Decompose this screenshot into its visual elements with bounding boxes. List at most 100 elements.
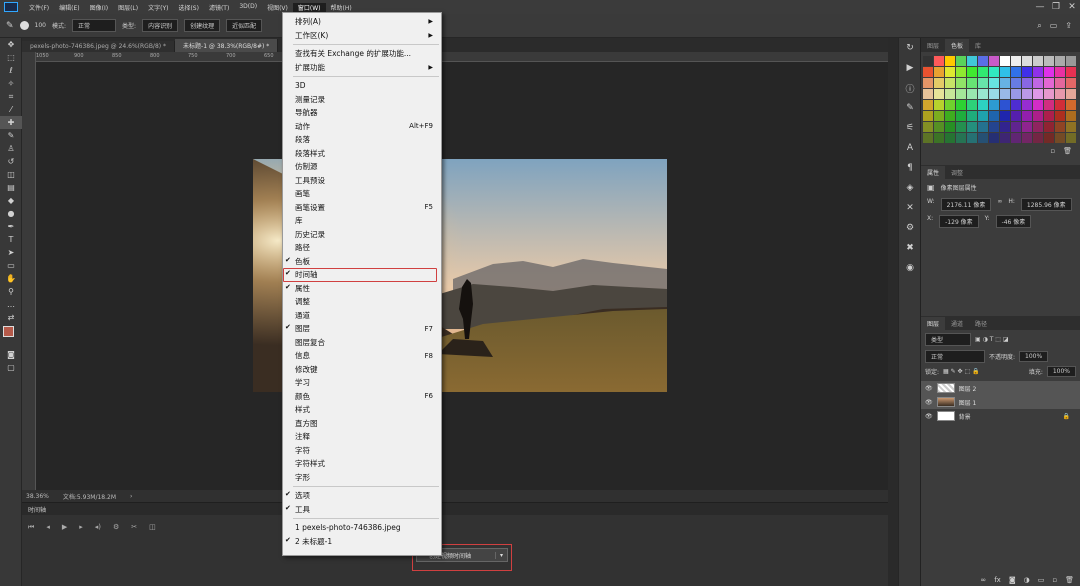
tab-swatches[interactable]: 色板 bbox=[945, 39, 970, 52]
swatch[interactable] bbox=[1000, 122, 1010, 132]
swatch[interactable] bbox=[923, 89, 933, 99]
window-menu-item[interactable]: 仿制源 bbox=[283, 160, 441, 174]
swatch[interactable] bbox=[1033, 56, 1043, 66]
window-menu-item[interactable]: 颜色 F6 bbox=[283, 390, 441, 404]
window-menu-item[interactable]: ✔ 属性 bbox=[283, 282, 441, 296]
window-menu-item[interactable]: 画笔设置 F5 bbox=[283, 201, 441, 215]
swatch[interactable] bbox=[923, 122, 933, 132]
audio-icon[interactable]: ◂) bbox=[95, 523, 101, 532]
swatch[interactable] bbox=[1055, 89, 1065, 99]
swatch[interactable] bbox=[978, 78, 988, 88]
minimize-button[interactable]: — bbox=[1032, 2, 1048, 12]
window-menu-item[interactable]: ✔ 2 未标题-1 bbox=[283, 535, 441, 549]
window-menu-item[interactable]: 调整 bbox=[283, 295, 441, 309]
menu-7[interactable]: 3D(D) bbox=[234, 3, 262, 12]
swatch[interactable] bbox=[945, 89, 955, 99]
swatch[interactable] bbox=[956, 67, 966, 77]
swatch[interactable] bbox=[967, 56, 977, 66]
swatch[interactable] bbox=[1044, 56, 1054, 66]
paragraph-icon[interactable]: ¶ bbox=[899, 158, 921, 178]
window-menu-item[interactable]: 直方图 bbox=[283, 417, 441, 431]
type-tool-icon[interactable]: T bbox=[0, 233, 22, 246]
history-icon[interactable]: ↻ bbox=[899, 38, 921, 58]
kind-filter[interactable]: 类型 bbox=[925, 333, 971, 346]
more-tools-icon[interactable]: … bbox=[0, 298, 22, 311]
proximity-match-button[interactable]: 近似匹配 bbox=[226, 19, 263, 32]
swatch[interactable] bbox=[989, 100, 999, 110]
dodge-tool-icon[interactable]: ● bbox=[0, 207, 22, 220]
path-select-tool-icon[interactable]: ➤ bbox=[0, 246, 22, 259]
swatch[interactable] bbox=[934, 100, 944, 110]
prev-frame-icon[interactable]: ◂ bbox=[46, 523, 50, 532]
transition-icon[interactable]: ◫ bbox=[149, 523, 156, 532]
swatch[interactable] bbox=[1033, 111, 1043, 121]
swatch[interactable] bbox=[945, 111, 955, 121]
layer-row[interactable]: 👁 图层 2 bbox=[921, 381, 1080, 395]
screen-mode-icon[interactable]: ▢ bbox=[0, 361, 22, 374]
swatch[interactable] bbox=[1022, 78, 1032, 88]
opacity-field[interactable]: 100% bbox=[1019, 351, 1049, 362]
tab-layers-short[interactable]: 图层 bbox=[921, 39, 945, 52]
next-frame-icon[interactable]: ▸ bbox=[79, 523, 83, 532]
delete-swatch-icon[interactable]: 🗑 bbox=[1063, 147, 1072, 159]
fill-field[interactable]: 100% bbox=[1046, 366, 1076, 377]
swatch[interactable] bbox=[934, 122, 944, 132]
swatch[interactable] bbox=[1055, 78, 1065, 88]
window-menu-item[interactable]: 信息 F8 bbox=[283, 349, 441, 363]
window-menu-item[interactable]: 路径 bbox=[283, 241, 441, 255]
window-menu-item[interactable]: 排列(A) ▶ bbox=[283, 15, 441, 29]
swatch[interactable] bbox=[1022, 89, 1032, 99]
swatch[interactable] bbox=[989, 122, 999, 132]
swatch[interactable] bbox=[945, 56, 955, 66]
swatch[interactable] bbox=[1011, 133, 1021, 143]
pen-tool-icon[interactable]: ✒ bbox=[0, 220, 22, 233]
swatch[interactable] bbox=[1055, 133, 1065, 143]
eye-icon[interactable]: 👁 bbox=[925, 413, 933, 420]
zoom-tool-icon[interactable]: ⚲ bbox=[0, 285, 22, 298]
x-field[interactable]: -129 像素 bbox=[939, 215, 979, 228]
swatch[interactable] bbox=[923, 100, 933, 110]
swatch[interactable] bbox=[956, 78, 966, 88]
patch-tool-icon[interactable]: ✎ bbox=[6, 21, 14, 31]
window-menu-item[interactable]: 导航器 bbox=[283, 106, 441, 120]
split-icon[interactable]: ✂ bbox=[131, 523, 137, 532]
w-field[interactable]: 2176.11 像素 bbox=[940, 198, 992, 211]
menu-6[interactable]: 滤镜(T) bbox=[204, 3, 234, 12]
move-tool-icon[interactable]: ✥ bbox=[0, 38, 22, 51]
swatch[interactable] bbox=[967, 100, 977, 110]
window-menu-item[interactable]: 字形 bbox=[283, 471, 441, 485]
window-menu-item[interactable]: ✔ 色板 bbox=[283, 255, 441, 269]
menu-4[interactable]: 文字(Y) bbox=[143, 3, 173, 12]
tab-channels[interactable]: 通道 bbox=[945, 317, 969, 330]
menu-1[interactable]: 编辑(E) bbox=[54, 3, 84, 12]
swatch[interactable] bbox=[1055, 111, 1065, 121]
adjustments-icon[interactable]: ⚟ bbox=[899, 118, 921, 138]
swatch[interactable] bbox=[1011, 56, 1021, 66]
window-menu-item[interactable]: 修改键 bbox=[283, 363, 441, 377]
swatch[interactable] bbox=[978, 56, 988, 66]
window-menu-item[interactable]: 1 pexels-photo-746386.jpeg bbox=[283, 521, 441, 535]
window-menu-item[interactable]: 学习 bbox=[283, 376, 441, 390]
swatch[interactable] bbox=[1044, 67, 1054, 77]
swatch[interactable] bbox=[1033, 89, 1043, 99]
brush-tool-icon[interactable]: ✎ bbox=[0, 129, 22, 142]
swatch[interactable] bbox=[1066, 133, 1076, 143]
window-menu-item[interactable]: 历史记录 bbox=[283, 228, 441, 242]
swatch[interactable] bbox=[1044, 111, 1054, 121]
hand-tool-icon[interactable]: ✋ bbox=[0, 272, 22, 285]
swatch[interactable] bbox=[1000, 100, 1010, 110]
color-swatches[interactable] bbox=[0, 324, 21, 348]
swatch[interactable] bbox=[1033, 67, 1043, 77]
window-menu-item[interactable]: 工作区(K) ▶ bbox=[283, 29, 441, 43]
swatch[interactable] bbox=[1022, 67, 1032, 77]
adjustment-layer-icon[interactable]: ◑ bbox=[1024, 576, 1030, 584]
swatch[interactable] bbox=[956, 133, 966, 143]
swatch[interactable] bbox=[967, 133, 977, 143]
crop-tool-icon[interactable]: ⌗ bbox=[0, 90, 22, 103]
crossed-tools-icon[interactable]: ✖ bbox=[899, 238, 921, 258]
window-menu-item[interactable]: 段落 bbox=[283, 133, 441, 147]
swatch[interactable] bbox=[989, 111, 999, 121]
swatch[interactable] bbox=[1066, 56, 1076, 66]
swatch[interactable] bbox=[945, 100, 955, 110]
swatch[interactable] bbox=[1011, 100, 1021, 110]
